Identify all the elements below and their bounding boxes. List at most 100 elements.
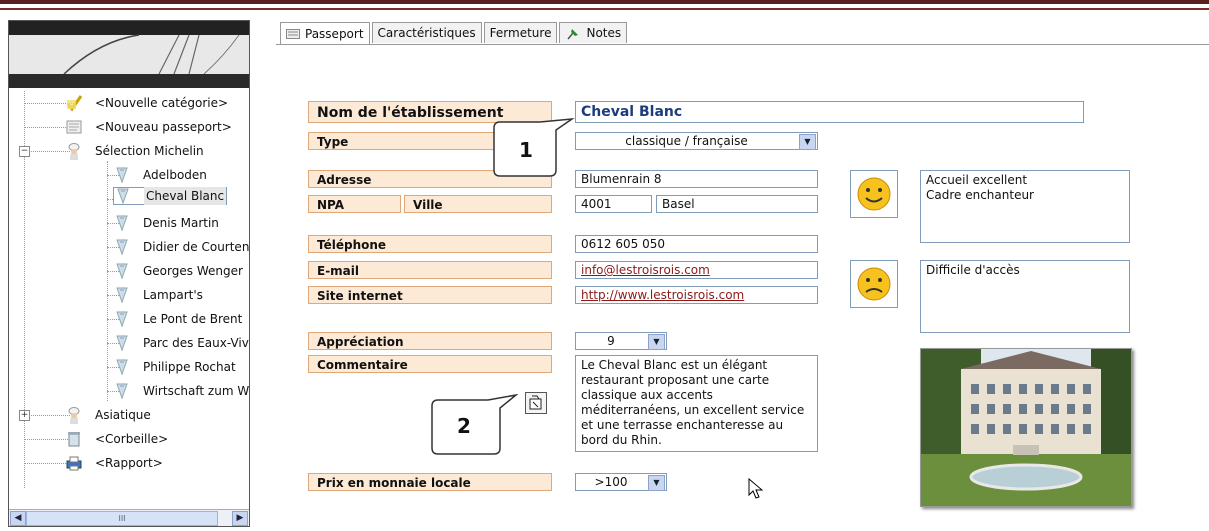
positive-rating-button[interactable] [850, 170, 898, 218]
rating-label: Appréciation [308, 332, 552, 350]
negative-notes-field[interactable]: Difficile d'accès [920, 260, 1130, 333]
phone-field[interactable]: 0612 605 050 [575, 235, 818, 253]
sad-face-icon [857, 267, 891, 301]
tree-item-label: <Nouvelle catégorie> [95, 96, 229, 110]
tree-item-cheval-blanc[interactable]: Cheval Blanc [113, 187, 228, 205]
tab-label: Passeport [305, 27, 364, 41]
tree-item-wirtschaft-zum-wiese[interactable]: Wirtschaft zum Wiese [113, 379, 249, 403]
price-select[interactable]: >100 ▼ [575, 473, 667, 491]
name-field[interactable]: Cheval Blanc [575, 101, 1084, 123]
restaurant-icon [116, 215, 128, 232]
tab-passeport[interactable]: Passeport [280, 22, 370, 45]
edit-document-icon [529, 395, 542, 410]
tab-notes[interactable]: Notes [559, 22, 628, 43]
chef-icon [68, 407, 80, 424]
tab-fermeture[interactable]: Fermeture [483, 22, 558, 43]
tree-item-parc-des-eaux-vives[interactable]: Parc des Eaux-Vives [113, 331, 249, 355]
tree-item-label: Lampart's [143, 288, 203, 302]
tree-item-new-passport[interactable]: <Nouveau passeport> [65, 115, 232, 139]
new-passport-icon [66, 120, 82, 134]
top-rule [0, 8, 1209, 10]
tree-item-georges-wenger[interactable]: Georges Wenger [113, 259, 243, 283]
restaurant-icon [116, 239, 128, 256]
website-field[interactable]: http://www.lestroisrois.com [575, 286, 818, 304]
tree-item-label: <Corbeille> [95, 432, 169, 446]
happy-face-icon [857, 177, 891, 211]
chevron-down-icon[interactable]: ▼ [799, 134, 816, 150]
chef-icon [68, 143, 80, 160]
phone-label: Téléphone [308, 235, 552, 253]
type-select[interactable]: classique / française ▼ [575, 132, 818, 150]
tree-item-label: Cheval Blanc [144, 187, 227, 205]
tree-item-denis-martin[interactable]: Denis Martin [113, 211, 219, 235]
scroll-thumb[interactable]: III [26, 511, 218, 526]
npa-field[interactable]: 4001 [575, 195, 652, 213]
type-select-value: classique / française [625, 134, 748, 148]
passport-icon [286, 29, 300, 39]
tree-item-label: Asiatique [95, 408, 151, 422]
website-label: Site internet [308, 286, 552, 304]
comment-field[interactable]: Le Cheval Blanc est un élégant restauran… [575, 355, 818, 452]
tree-item-asiatique[interactable]: Asiatique [65, 403, 151, 427]
tree-item-label: Sélection Michelin [95, 144, 204, 158]
restaurant-icon [116, 359, 128, 376]
restaurant-icon [116, 167, 128, 184]
chevron-down-icon[interactable]: ▼ [648, 334, 665, 350]
printer-icon [66, 456, 82, 471]
tree-item-label: Wirtschaft zum Wiese [143, 384, 249, 398]
price-label: Prix en monnaie locale [308, 473, 552, 491]
restaurant-icon [116, 383, 128, 400]
positive-notes-field[interactable]: Accueil excellent Cadre enchanteur [920, 170, 1130, 243]
tree-item-label: Didier de Courten [143, 240, 250, 254]
tree-item-lamparts[interactable]: Lampart's [113, 283, 203, 307]
tab-divider [276, 44, 1209, 45]
tree-item-label: Adelboden [143, 168, 207, 182]
tree-item-rapport[interactable]: <Rapport> [65, 451, 163, 475]
tree-item-label: Denis Martin [143, 216, 219, 230]
new-category-icon [66, 95, 83, 112]
tree-item-philippe-rochat[interactable]: Philippe Rochat [113, 355, 236, 379]
tree-item-label: Le Pont de Brent [143, 312, 243, 326]
tree-item-label: Parc des Eaux-Vives [143, 336, 249, 350]
tree-item-label: <Nouveau passeport> [95, 120, 232, 134]
pin-icon [567, 29, 579, 40]
city-field[interactable]: Basel [656, 195, 818, 213]
hotel-photo-image [921, 349, 1131, 506]
tree-item-le-pont-de-brent[interactable]: Le Pont de Brent [113, 307, 242, 331]
email-label: E-mail [308, 261, 552, 279]
address-field[interactable]: Blumenrain 8 [575, 170, 818, 188]
chevron-down-icon[interactable]: ▼ [648, 475, 665, 491]
tree-item-didier-de-courten[interactable]: Didier de Courten [113, 235, 249, 259]
restaurant-icon [117, 188, 129, 205]
tab-label: Fermeture [489, 26, 552, 40]
tab-caracteristiques[interactable]: Caractéristiques [371, 22, 482, 43]
restaurant-icon [116, 263, 128, 280]
tree-item-new-category[interactable]: <Nouvelle catégorie> [65, 91, 228, 115]
tree-item-selection-michelin[interactable]: Sélection Michelin [65, 139, 204, 163]
restaurant-icon [116, 287, 128, 304]
edit-comment-button[interactable] [525, 392, 547, 414]
collapse-toggle[interactable]: − [19, 146, 30, 157]
email-field[interactable]: info@lestroisrois.com [575, 261, 818, 279]
rating-select-value: 9 [607, 334, 615, 348]
navigation-panel: − + <Nouvelle catégorie> <Nouveau passep… [8, 20, 250, 527]
tree-item-label: <Rapport> [95, 456, 163, 470]
restaurant-icon [116, 335, 128, 352]
horizontal-scrollbar[interactable]: ◀ III ▶ [9, 509, 249, 526]
tree-item-adelboden[interactable]: Adelboden [113, 163, 207, 187]
callout-1-number: 1 [519, 138, 533, 162]
top-bar [0, 0, 1209, 4]
scroll-left-icon[interactable]: ◀ [10, 511, 26, 526]
banner-image [9, 21, 249, 88]
comment-label: Commentaire [308, 355, 552, 373]
trash-icon [68, 432, 80, 447]
city-label: Ville [404, 195, 552, 213]
tree-item-corbeille[interactable]: <Corbeille> [65, 427, 168, 451]
restaurant-photo[interactable] [920, 348, 1132, 507]
scroll-right-icon[interactable]: ▶ [232, 511, 248, 526]
tab-label: Notes [586, 26, 622, 40]
rating-select[interactable]: 9 ▼ [575, 332, 667, 350]
expand-toggle[interactable]: + [19, 410, 30, 421]
npa-label: NPA [308, 195, 401, 213]
negative-rating-button[interactable] [850, 260, 898, 308]
